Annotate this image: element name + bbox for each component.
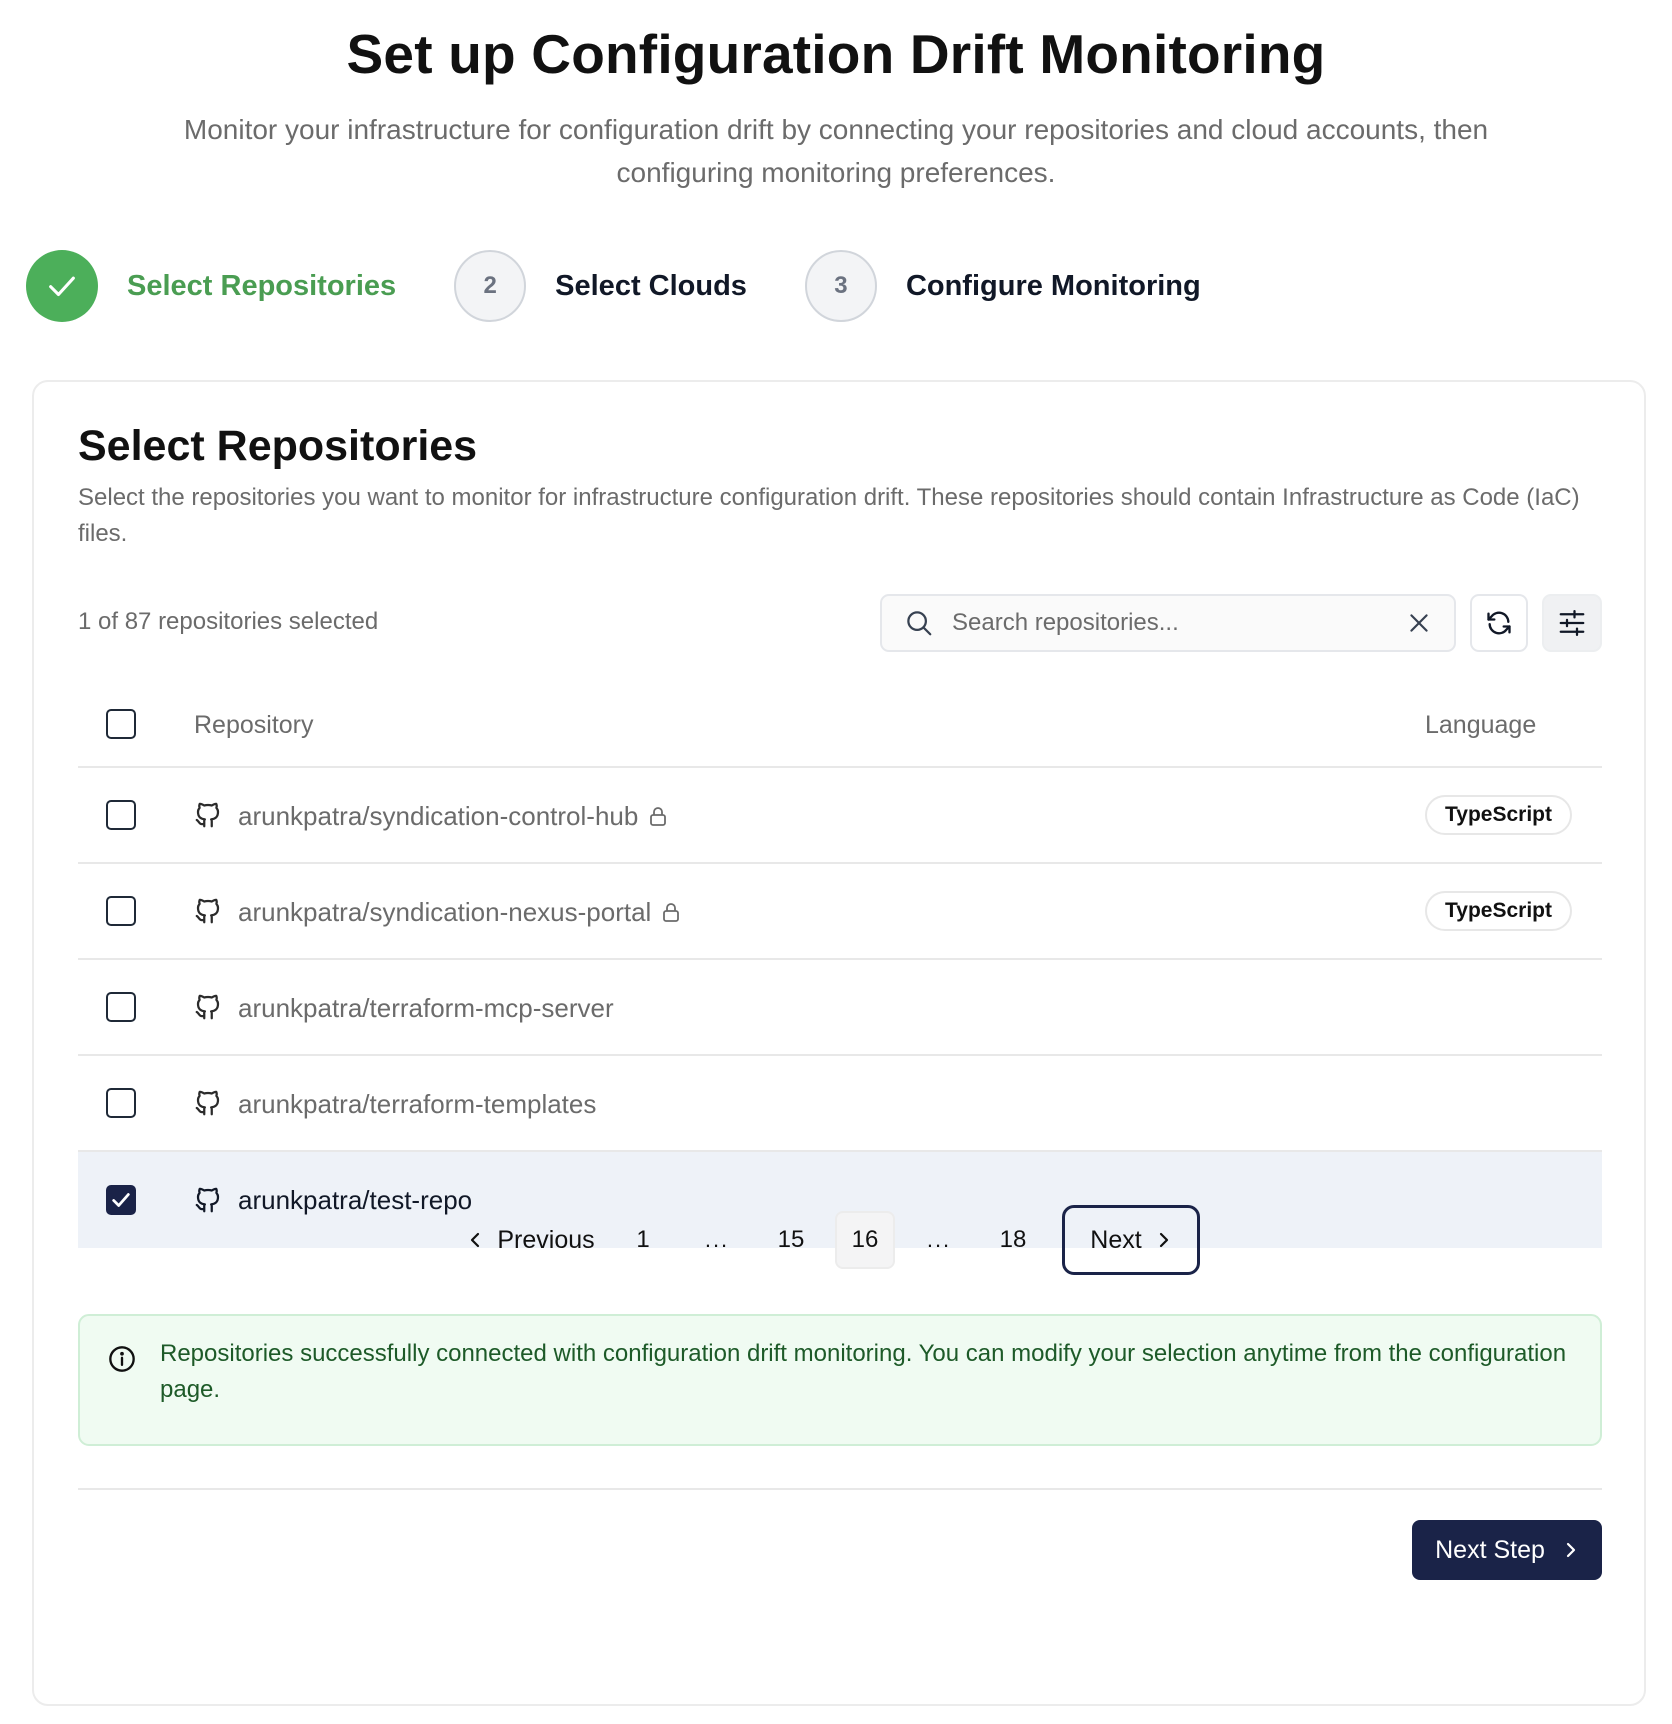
lock-icon [650,807,667,826]
step-complete-check-icon [26,250,98,322]
setup-page: Set up Configuration Drift Monitoring Mo… [0,0,1672,1724]
step-select-clouds[interactable]: 2 Select Clouds [454,250,747,322]
step-label: Select Clouds [555,269,747,302]
repository-name[interactable]: arunkpatra/syndication-nexus-portal [238,864,681,960]
repository-name-text: arunkpatra/syndication-nexus-portal [238,897,652,927]
chevron-right-icon [1159,1232,1168,1248]
stepper: Select Repositories 2 Select Clouds 3 Co… [26,250,1259,322]
step-configure-monitoring[interactable]: 3 Configure Monitoring [804,250,1201,322]
current-page-button[interactable]: 16 [835,1211,895,1269]
footer-divider [78,1488,1602,1490]
language-badge: TypeScript [1425,795,1572,835]
repository-selection-card: Select Repositories Select the repositor… [32,380,1646,1706]
pagination-ellipsis: ... [704,1227,730,1252]
page-15-button[interactable]: 15 [761,1211,821,1269]
lock-icon [663,903,680,922]
selection-count: 1 of 87 repositories selected [78,608,379,635]
github-icon [195,898,220,924]
step-label: Configure Monitoring [905,269,1201,302]
step-number: 3 [804,250,877,322]
search-input[interactable]: Search repositories... [952,609,1406,637]
column-header-language: Language [1425,711,1537,739]
github-icon [195,802,220,828]
clear-search-icon[interactable] [1406,610,1432,636]
repository-name[interactable]: arunkpatra/terraform-templates [238,1056,596,1152]
table-row[interactable]: arunkpatra/terraform-templates [78,1056,1602,1152]
refresh-icon [1487,611,1511,635]
card-description: Select the repositories you want to moni… [78,484,1580,547]
previous-page-button[interactable]: Previous [456,1211,606,1269]
chevron-right-icon [1566,1542,1575,1558]
table-row[interactable]: arunkpatra/syndication-control-hub TypeS… [78,768,1602,864]
last-page-button[interactable]: 18 [983,1211,1043,1269]
language-badge: TypeScript [1425,891,1572,931]
banner-text: Repositories successfully connected with… [160,1340,1567,1403]
next-page-button[interactable]: Next [1062,1205,1200,1275]
table-row[interactable]: arunkpatra/syndication-nexus-portal Type… [78,864,1602,960]
repository-name-text: arunkpatra/syndication-control-hub [238,801,639,831]
row-checkbox[interactable] [106,992,136,1022]
card-title: Select Repositories [78,422,478,470]
filter-settings-button[interactable] [1542,594,1602,652]
row-checkbox[interactable] [106,800,136,830]
next-label: Next [1090,1225,1142,1254]
repository-name[interactable]: arunkpatra/terraform-mcp-server [238,960,614,1056]
repository-name[interactable]: arunkpatra/syndication-control-hub [238,768,668,864]
page-subtitle: Monitor your infrastructure for configur… [183,114,1489,188]
info-icon [109,1346,135,1372]
pagination: Previous 1 ... 15 16 ... 18 Next [34,1204,1644,1276]
pagination-ellipsis: ... [926,1227,952,1252]
success-info-banner: Repositories successfully connected with… [78,1314,1602,1446]
previous-label: Previous [497,1225,595,1254]
page-1-button[interactable]: 1 [613,1211,673,1269]
next-step-button[interactable]: Next Step [1412,1520,1602,1580]
search-icon [907,611,932,636]
search-box[interactable]: Search repositories... [880,594,1456,652]
table-row[interactable]: arunkpatra/terraform-mcp-server [78,960,1602,1056]
step-number: 2 [454,250,527,322]
chevron-left-icon [471,1232,480,1248]
github-icon [195,994,220,1020]
step-label: Select Repositories [127,269,397,302]
next-step-label: Next Step [1435,1535,1545,1564]
column-header-repository: Repository [194,711,314,739]
table-header: Repository Language [78,682,1602,768]
step-select-repositories[interactable]: Select Repositories [26,250,396,322]
sliders-icon [1559,610,1585,636]
page-title: Set up Configuration Drift Monitoring [346,23,1326,85]
repository-table: Repository Language arunkpatra/syndicati… [78,682,1602,1248]
select-all-checkbox[interactable] [106,709,136,739]
github-icon [195,1090,220,1116]
row-checkbox[interactable] [106,896,136,926]
refresh-button[interactable] [1470,594,1528,652]
row-checkbox[interactable] [106,1088,136,1118]
